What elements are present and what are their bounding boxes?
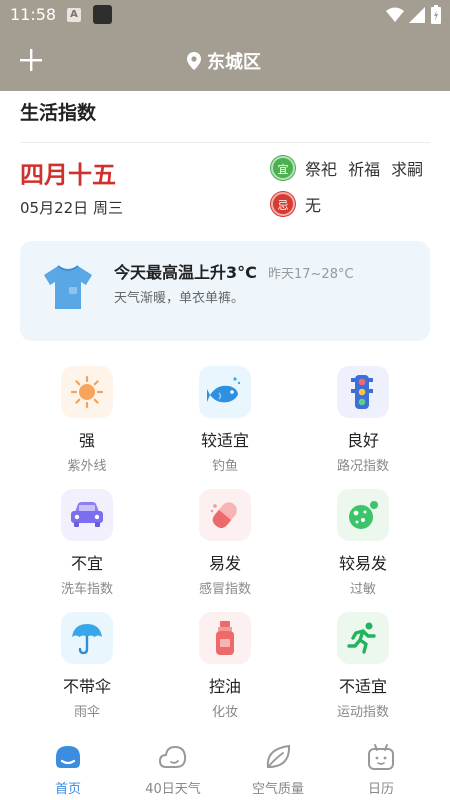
- section-title: 生活指数: [20, 102, 97, 124]
- add-city-icon[interactable]: [20, 49, 42, 71]
- home-weather-icon: [56, 746, 80, 768]
- index-value: 良好: [346, 431, 379, 450]
- cellular-icon: [409, 7, 425, 23]
- battery-icon: [431, 5, 441, 24]
- index-name: 雨伞: [73, 705, 100, 720]
- icon-tile: [61, 489, 113, 541]
- index-value: 控油: [208, 677, 241, 696]
- tip-yesterday: 昨天17~28°C: [267, 267, 354, 282]
- status-bar: 11:58 A: [0, 0, 450, 30]
- umbrella-icon: [72, 624, 102, 655]
- notification-a-icon: A: [67, 8, 81, 22]
- nav-label: 空气质量: [251, 782, 304, 797]
- divider: [20, 142, 430, 143]
- icon-tile: [61, 612, 113, 664]
- location-name: 东城区: [207, 52, 261, 73]
- index-name: 紫外线: [67, 459, 107, 474]
- ji-row: 忌 无: [271, 192, 321, 216]
- nav-calendar[interactable]: 日历: [325, 738, 437, 800]
- fish-icon: [207, 377, 241, 403]
- leaf-icon: [266, 744, 291, 769]
- icon-tile: [61, 366, 113, 418]
- cloud-icon: [158, 745, 187, 768]
- index-sport[interactable]: 不适宜 运动指数: [294, 606, 432, 721]
- nav-40day[interactable]: 40日天气: [117, 738, 229, 800]
- lunar-date: 四月十五: [20, 161, 116, 189]
- index-name: 洗车指数: [60, 582, 113, 597]
- pill-icon: [210, 502, 237, 529]
- nav-label: 首页: [54, 782, 81, 797]
- index-value: 强: [78, 431, 95, 450]
- index-value: 不带伞: [62, 677, 111, 696]
- index-cold[interactable]: 易发 感冒指数: [156, 483, 294, 598]
- nav-home[interactable]: 首页: [12, 738, 124, 800]
- index-traffic[interactable]: 良好 路况指数: [294, 360, 432, 475]
- tip-headline: 今天最高温上升3°C: [114, 263, 257, 282]
- cosmetics-icon: [216, 621, 234, 655]
- status-time: 11:58: [10, 5, 57, 24]
- car-icon: [71, 502, 103, 527]
- icon-tile: [199, 489, 251, 541]
- index-value: 易发: [208, 554, 241, 573]
- traffic-light-icon: [351, 375, 373, 409]
- index-name: 化妆: [211, 705, 238, 720]
- yi-badge: 宜: [271, 156, 295, 180]
- location-pin-icon: [187, 52, 201, 70]
- pollen-icon: [349, 501, 378, 529]
- index-uv[interactable]: 强 紫外线: [18, 360, 156, 475]
- index-fishing[interactable]: 较适宜 钓鱼: [156, 360, 294, 475]
- index-value: 较适宜: [200, 431, 249, 450]
- index-name: 路况指数: [336, 459, 389, 474]
- icon-tile: [337, 489, 389, 541]
- wifi-icon: [386, 7, 404, 22]
- index-value: 不适宜: [338, 677, 387, 696]
- index-name: 钓鱼: [211, 459, 238, 474]
- index-name: 感冒指数: [198, 582, 251, 597]
- calendar-icon: [368, 744, 394, 770]
- icon-tile: [199, 612, 251, 664]
- nav-air-quality[interactable]: 空气质量: [222, 738, 334, 800]
- sun-icon: [70, 375, 104, 409]
- icon-tile: [199, 366, 251, 418]
- index-carwash[interactable]: 不宜 洗车指数: [18, 483, 156, 598]
- temperature-tip-card[interactable]: 今天最高温上升3°C 昨天17~28°C 天气渐暖，单衣单裤。: [20, 241, 430, 341]
- running-icon: [347, 622, 376, 654]
- index-umbrella[interactable]: 不带伞 雨伞: [18, 606, 156, 721]
- tip-advice: 天气渐暖，单衣单裤。: [114, 291, 245, 306]
- index-makeup[interactable]: 控油 化妆: [156, 606, 294, 721]
- index-value: 较易发: [338, 554, 387, 573]
- yi-text: 祭祀 祈福 求嗣: [305, 160, 424, 179]
- top-bar: 东城区: [0, 30, 450, 91]
- tshirt-icon: [44, 265, 92, 309]
- ji-badge: 忌: [271, 192, 295, 216]
- location-selector[interactable]: 东城区: [187, 48, 261, 74]
- ji-text: 无: [305, 196, 322, 215]
- solar-date: 05月22日 周三: [20, 199, 123, 217]
- icon-tile: [337, 612, 389, 664]
- notification-app-icon: [93, 5, 112, 24]
- nav-label: 40日天气: [145, 782, 201, 797]
- icon-tile: [337, 366, 389, 418]
- nav-label: 日历: [367, 782, 394, 797]
- bottom-nav: 首页 40日天气 空气质量 日历: [0, 738, 450, 800]
- index-value: 不宜: [70, 554, 103, 573]
- yi-row: 宜 祭祀 祈福 求嗣: [271, 156, 423, 180]
- index-allergy[interactable]: 较易发 过敏: [294, 483, 432, 598]
- index-name: 过敏: [349, 582, 376, 597]
- index-name: 运动指数: [336, 705, 389, 720]
